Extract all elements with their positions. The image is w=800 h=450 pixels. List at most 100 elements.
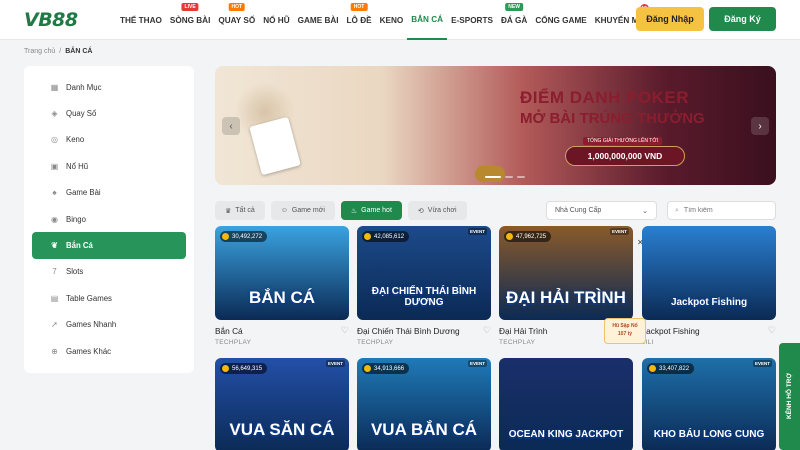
jackpot-badge: 34,913,666 xyxy=(362,363,410,374)
provider-select-label: Nhà Cung Cấp xyxy=(555,207,602,214)
nav-item[interactable]: KENO xyxy=(376,0,408,40)
jackpot-badge: 30,492,272 xyxy=(220,231,268,242)
game-name[interactable]: Đại Hải Trình xyxy=(499,326,547,336)
heart-icon[interactable]: ♡ xyxy=(483,325,491,336)
game-provider: TECHPLAY xyxy=(357,339,394,346)
rocket-icon: ➚ xyxy=(51,320,58,330)
provider-select[interactable]: Nhà Cung Cấp ⌄ xyxy=(546,201,657,220)
game-name[interactable]: Jackpot Fishing xyxy=(642,326,700,336)
game-name-row: Bắn Cá ♡ xyxy=(215,325,349,336)
game-card[interactable]: 33,407,822 EVENT KHO BÁU LONG CUNG xyxy=(642,358,776,450)
game-provider: JILI xyxy=(642,339,654,346)
heart-icon[interactable]: ♡ xyxy=(768,325,776,336)
sidebar-item[interactable]: ♠ Game Bài xyxy=(32,180,186,206)
game-thumbnail-title: VUA BẮN CÁ xyxy=(370,420,478,439)
sidebar-item[interactable]: ◉ Bingo xyxy=(32,206,186,232)
logo[interactable]: VB88 xyxy=(24,9,78,31)
game-card[interactable]: 34,913,666 EVENT VUA BẮN CÁ xyxy=(357,358,491,450)
game-thumbnail[interactable]: 34,913,666 EVENT VUA BẮN CÁ xyxy=(357,358,491,450)
sidebar-item-label: Game Bài xyxy=(66,188,101,198)
jackpot-value: 47,962,725 xyxy=(516,233,547,240)
sidebar-item[interactable]: ◈ Quay Số xyxy=(32,100,186,126)
carousel-dot[interactable] xyxy=(517,176,525,178)
nav-item-label: LÔ ĐỀ xyxy=(346,15,372,25)
game-card[interactable]: OCEAN KING JACKPOT xyxy=(499,358,633,450)
search-input[interactable] xyxy=(683,207,764,214)
filter-chip[interactable]: ♨ Game hot xyxy=(340,201,402,220)
game-card[interactable]: Jackpot Fishing Jackpot Fishing ♡ JILI xyxy=(642,226,776,346)
filter-chip[interactable]: ⟲ Vừa chơi xyxy=(407,201,467,220)
jackpot-value: 34,913,666 xyxy=(374,365,405,372)
filter-chip[interactable]: ♛ Tất cả xyxy=(215,201,265,220)
nav-item[interactable]: LÔ ĐỀ HOT xyxy=(343,0,376,40)
poker-chips-icon xyxy=(475,166,505,182)
sidebar-item[interactable]: ▦ Danh Mục xyxy=(32,74,186,100)
game-thumbnail[interactable]: 42,085,612 EVENT ĐẠI CHIẾN THÁI BÌNH DƯƠNG xyxy=(357,226,491,320)
sidebar-item[interactable]: ▤ Table Games xyxy=(32,285,186,311)
game-thumbnail-title: VUA SĂN CÁ xyxy=(229,420,335,439)
game-thumbnail[interactable]: 56,649,315 EVENT VUA SĂN CÁ xyxy=(215,358,349,450)
game-card[interactable]: 56,649,315 EVENT VUA SĂN CÁ xyxy=(215,358,349,450)
nav-item[interactable]: SÒNG BÀI LIVE xyxy=(166,0,215,40)
game-card[interactable]: 30,492,272 BẮN CÁ Bắn Cá ♡ TECHPLAY xyxy=(215,226,349,346)
carousel-dot[interactable] xyxy=(485,176,501,178)
heart-icon[interactable]: ♡ xyxy=(341,325,349,336)
nav-item[interactable]: ĐÁ GÀ NEW xyxy=(497,0,531,40)
game-thumbnail[interactable]: OCEAN KING JACKPOT xyxy=(499,358,633,450)
filter-chip-label: Game hot xyxy=(361,207,392,214)
nav-item[interactable]: E-SPORTS xyxy=(447,0,497,40)
sidebar-item-label: Bắn Cá xyxy=(66,241,93,251)
main-nav: THỂ THAO SÒNG BÀI LIVE QUAY SỐ HOT NỔ HŨ GAME … xyxy=(116,0,651,40)
nav-item[interactable]: NỔ HŨ xyxy=(259,0,293,40)
login-button[interactable]: Đăng Nhập xyxy=(636,7,704,31)
banner-title: ĐIỂM DANH POKER xyxy=(520,88,690,107)
sidebar-item[interactable]: ➚ Games Nhanh xyxy=(32,312,186,338)
breadcrumb-home[interactable]: Trang chủ xyxy=(24,48,55,55)
game-thumbnail[interactable]: 30,492,272 BẮN CÁ xyxy=(215,226,349,320)
close-icon[interactable]: ✕ xyxy=(637,238,647,248)
banner-prize-label: TỔNG GIẢI THƯỞNG LÊN TỚI xyxy=(583,137,663,145)
chevron-left-icon[interactable]: ‹ xyxy=(222,117,240,135)
sidebar-item[interactable]: ❦ Bắn Cá xyxy=(32,232,186,259)
sidebar-item[interactable]: ◎ Keno xyxy=(32,127,186,153)
coin-icon xyxy=(222,233,229,240)
coin-icon xyxy=(222,365,229,372)
nav-item[interactable]: QUAY SỐ HOT xyxy=(214,0,259,40)
sidebar-item[interactable]: ⊕ Games Khác xyxy=(32,338,186,364)
register-button[interactable]: Đăng Ký xyxy=(709,7,776,31)
search-box[interactable]: ⌕ xyxy=(667,201,776,220)
sidebar-item[interactable]: 7 Slots xyxy=(32,259,186,285)
chevron-down-icon: ⌄ xyxy=(642,207,648,215)
nav-item[interactable]: GAME BÀI xyxy=(294,0,343,40)
jackpot-promo-badge[interactable]: Hũ Sập Nổ 107 tỷ xyxy=(604,318,646,344)
breadcrumb-current: BẮN CÁ xyxy=(65,48,93,55)
game-thumbnail[interactable]: 33,407,822 EVENT KHO BÁU LONG CUNG xyxy=(642,358,776,450)
chevron-right-icon[interactable]: › xyxy=(751,117,769,135)
game-thumbnail[interactable]: Jackpot Fishing xyxy=(642,226,776,320)
support-tab[interactable]: KÊNH HỖ TRỢ xyxy=(779,343,800,450)
seven-icon: 7 xyxy=(52,267,57,277)
carousel-dot[interactable] xyxy=(505,176,513,178)
nav-item[interactable]: THỂ THAO xyxy=(116,0,166,40)
lottery-icon: ◈ xyxy=(51,109,58,119)
jackpot-badge: 42,085,612 xyxy=(362,231,410,242)
game-card[interactable]: 42,085,612 EVENT ĐẠI CHIẾN THÁI BÌNH DƯƠNG… xyxy=(357,226,491,346)
nav-item-label: NỔ HŨ xyxy=(263,15,290,25)
sidebar-item[interactable]: ▣ Nổ Hũ xyxy=(32,153,186,179)
nav-item[interactable]: BẮN CÁ xyxy=(407,0,448,40)
nav-item-label: THỂ THAO xyxy=(120,15,162,25)
banner-subtitle: MỞ BÀI TRÚNG THƯỞNG xyxy=(520,110,705,127)
game-thumbnail[interactable]: 47,962,725 EVENT ĐẠI HẢI TRÌNH xyxy=(499,226,633,320)
game-thumbnail-title: OCEAN KING JACKPOT xyxy=(508,429,624,440)
sidebar-item-label: Slots xyxy=(66,267,84,277)
coin-icon xyxy=(364,233,371,240)
game-name[interactable]: Đại Chiến Thái Bình Dương xyxy=(357,326,460,336)
game-name-row: Jackpot Fishing ♡ xyxy=(642,325,776,336)
category-sidebar: ▦ Danh Mục ◈ Quay Số ◎ Keno ▣ Nổ Hũ ♠ Game Bài ◉ Bi… xyxy=(24,66,194,373)
filter-chip[interactable]: ☺ Game mới xyxy=(270,201,335,220)
nav-item[interactable]: CỔNG GAME xyxy=(531,0,590,40)
promo-banner[interactable]: ĐIỂM DANH POKER MỞ BÀI TRÚNG THƯỞNG TỔNG… xyxy=(215,66,776,185)
grid-icon: ▦ xyxy=(50,82,59,92)
game-name[interactable]: Bắn Cá xyxy=(215,326,243,336)
search-icon: ⌕ xyxy=(675,206,679,214)
